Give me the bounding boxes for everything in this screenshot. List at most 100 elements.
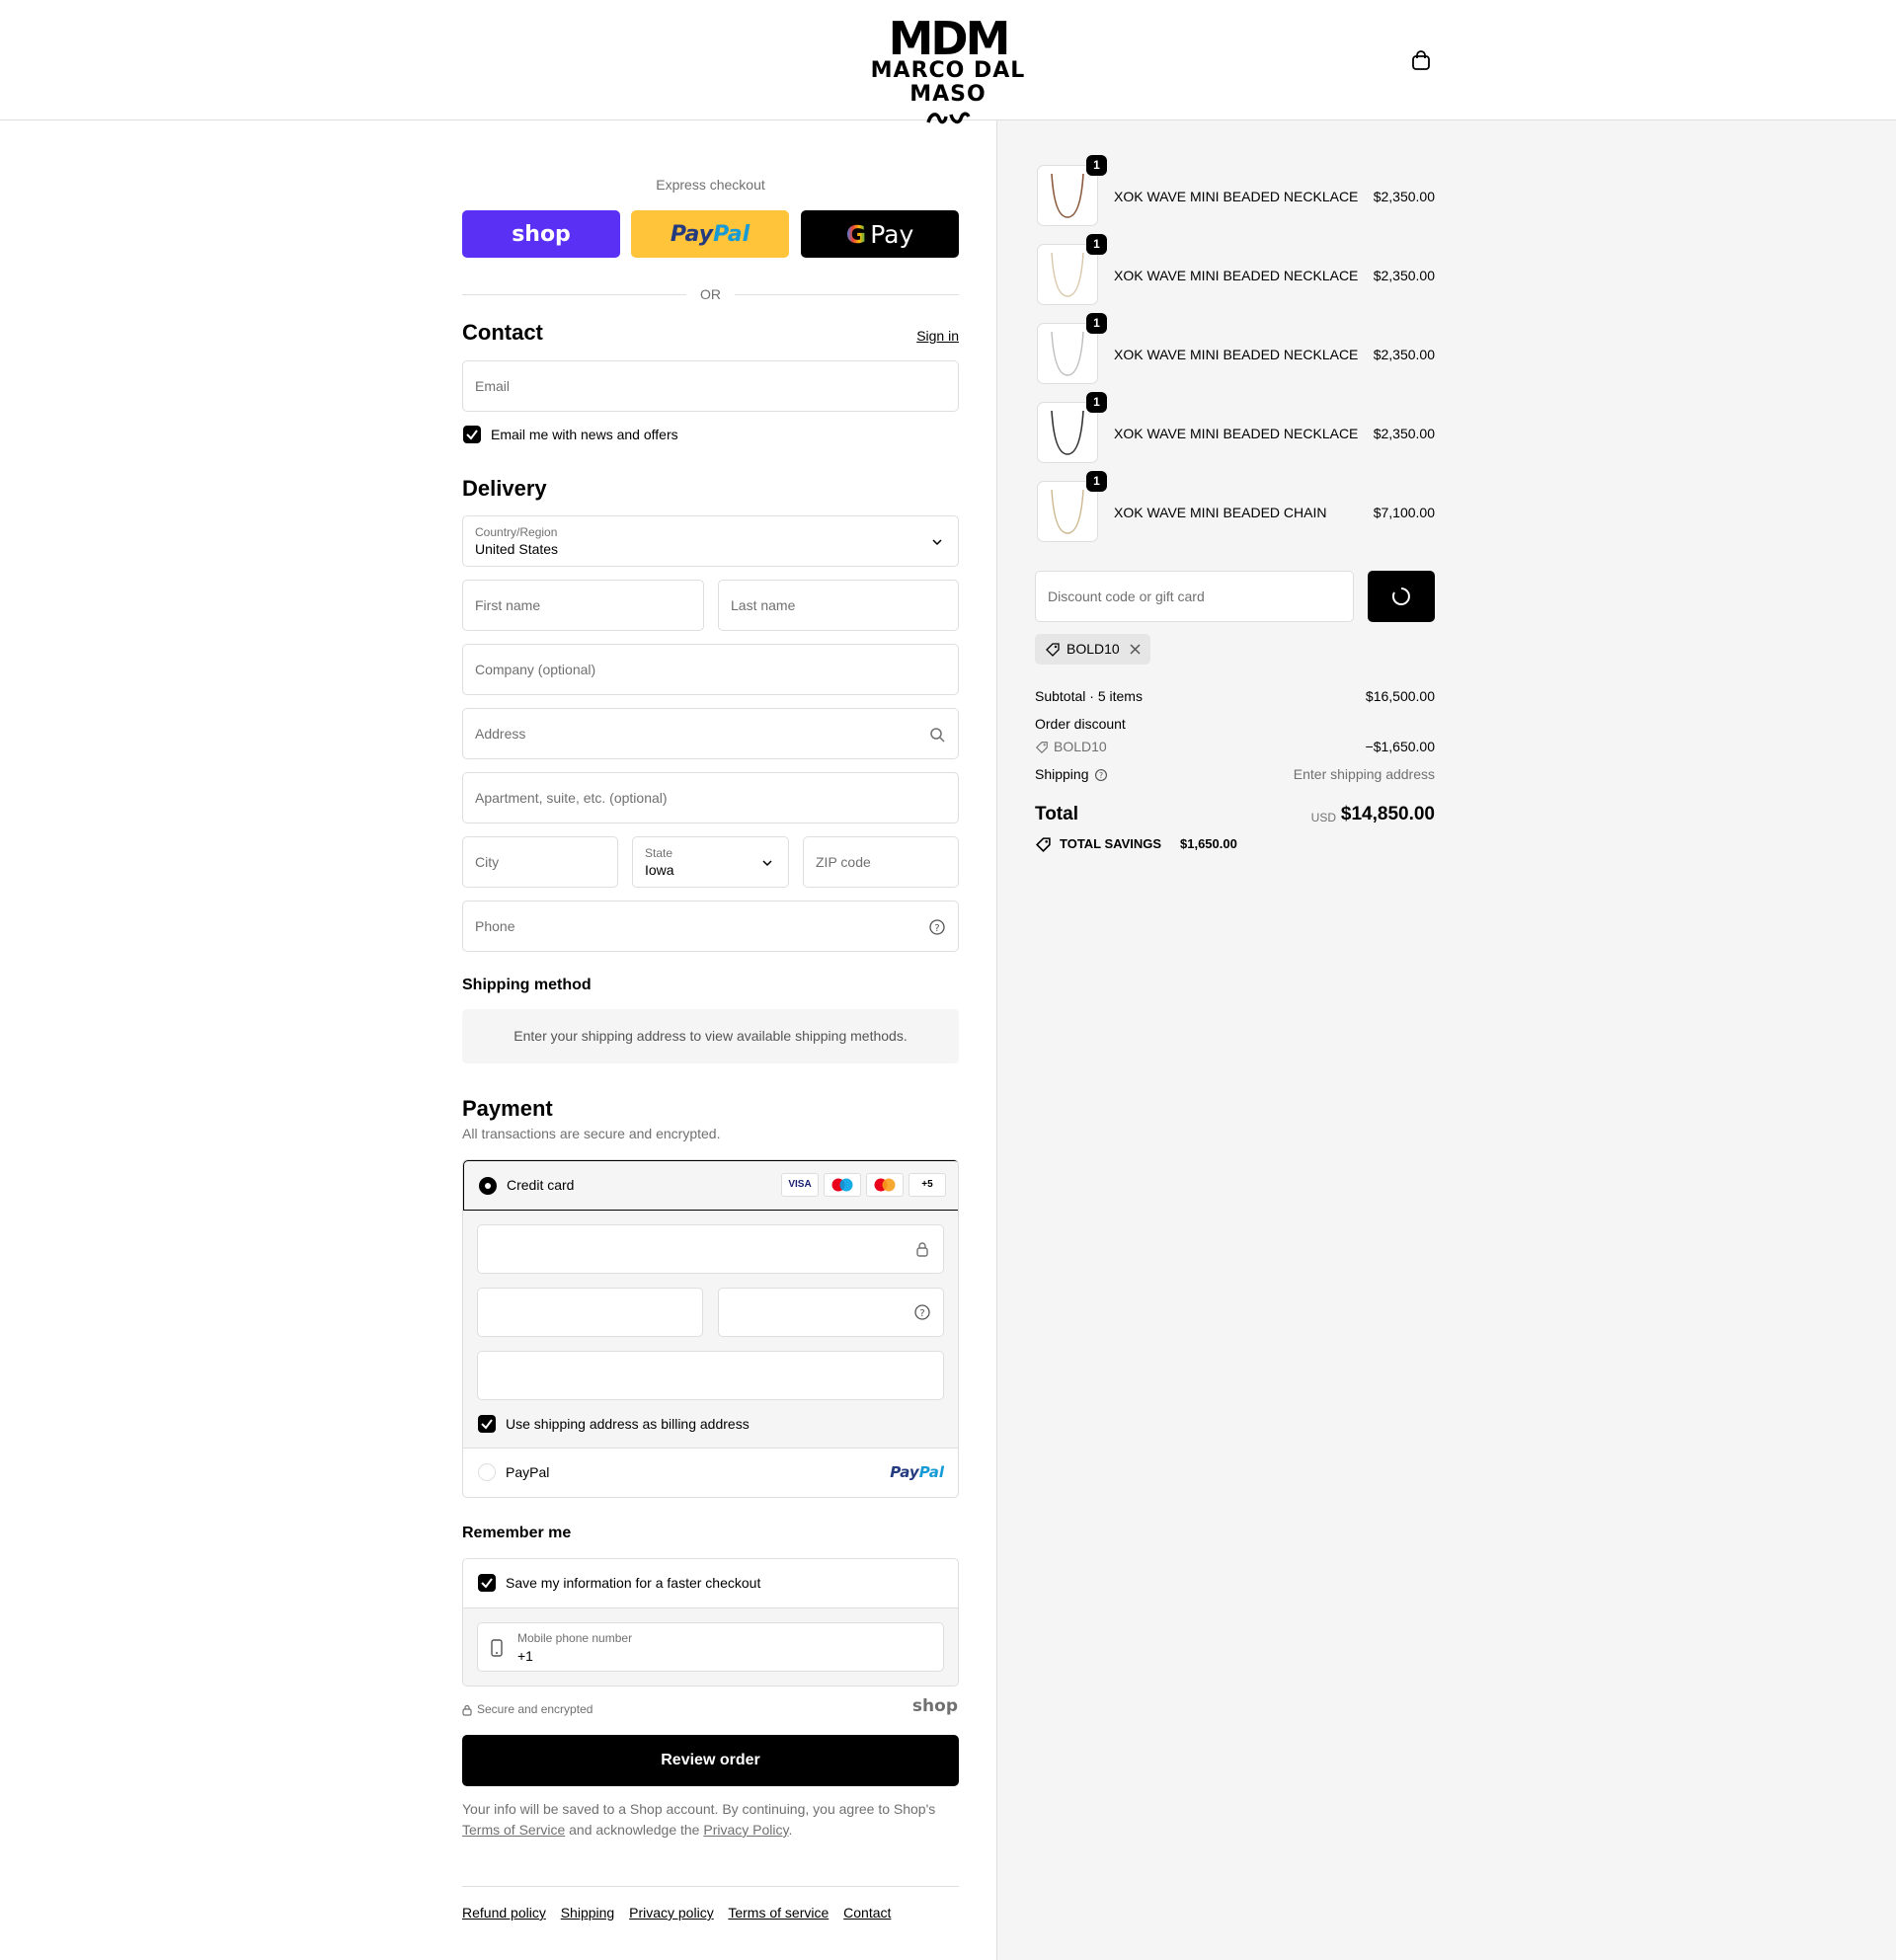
- credit-card-option[interactable]: Credit card VISA +5: [463, 1160, 958, 1211]
- first-name-field[interactable]: First name: [462, 580, 704, 631]
- card-number-field[interactable]: [477, 1224, 944, 1274]
- privacy-policy-link[interactable]: Privacy policy: [629, 1905, 714, 1921]
- google-g-icon: G: [845, 219, 867, 249]
- help-icon[interactable]: ?: [1094, 768, 1108, 782]
- chevron-down-icon: [932, 539, 942, 546]
- mobile-label: Mobile phone number: [517, 1631, 633, 1645]
- paypal-radio[interactable]: [478, 1463, 496, 1481]
- help-icon[interactable]: ?: [928, 918, 946, 936]
- shipping-link[interactable]: Shipping: [561, 1905, 615, 1921]
- name-on-card-field[interactable]: [477, 1351, 944, 1400]
- shipping-row: Shipping ? Enter shipping address: [1035, 766, 1435, 782]
- terms-link[interactable]: Terms of Service: [462, 1822, 565, 1838]
- country-select[interactable]: Country/Region United States: [462, 515, 959, 567]
- savings-label: TOTAL SAVINGS: [1060, 836, 1162, 851]
- news-label: Email me with news and offers: [491, 427, 678, 442]
- quantity-badge: 1: [1086, 155, 1107, 176]
- state-select[interactable]: State Iowa: [632, 836, 789, 888]
- help-icon[interactable]: ?: [913, 1303, 931, 1321]
- privacy-link[interactable]: Privacy Policy: [703, 1822, 788, 1838]
- save-info-checkbox[interactable]: [478, 1574, 496, 1592]
- last-name-placeholder: Last name: [731, 597, 796, 613]
- subtotal-row: Subtotal · 5 items $16,500.00: [1035, 688, 1435, 704]
- phone-icon: [491, 1639, 503, 1657]
- shipping-value: Enter shipping address: [1293, 766, 1435, 782]
- item-price: $2,350.00: [1373, 268, 1435, 283]
- payment-subtitle: All transactions are secure and encrypte…: [462, 1126, 721, 1141]
- express-checkout-title: Express checkout: [656, 177, 765, 193]
- order-discount-row: Order discount: [1035, 716, 1435, 732]
- apply-discount-button[interactable]: [1368, 571, 1435, 622]
- total-row: Total USD $14,850.00: [1035, 804, 1435, 833]
- applied-discount-tag: BOLD10: [1035, 634, 1150, 665]
- billing-label: Use shipping address as billing address: [506, 1416, 750, 1432]
- phone-field[interactable]: Phone ?: [462, 901, 959, 952]
- news-checkbox[interactable]: [463, 426, 481, 443]
- shipping-label: Shipping: [1035, 766, 1089, 782]
- credit-card-radio[interactable]: [479, 1177, 497, 1195]
- svg-text:?: ?: [934, 923, 939, 934]
- payment-heading: Payment: [462, 1096, 553, 1121]
- refund-policy-link[interactable]: Refund policy: [462, 1905, 546, 1921]
- terms-of-service-link[interactable]: Terms of service: [728, 1905, 829, 1921]
- zip-field[interactable]: ZIP code: [803, 836, 959, 888]
- quantity-badge: 1: [1086, 392, 1107, 413]
- mobile-value: +1: [517, 1648, 533, 1664]
- paypal-logo-pay: Pay: [890, 1463, 919, 1481]
- logo[interactable]: MDM MARCO DAL MASO: [844, 12, 1052, 124]
- shop-label: shop: [512, 221, 571, 247]
- last-name-field[interactable]: Last name: [718, 580, 959, 631]
- apartment-placeholder: Apartment, suite, etc. (optional): [475, 790, 668, 806]
- applied-code: BOLD10: [1066, 641, 1120, 657]
- shop-pay-button[interactable]: shop: [462, 210, 620, 258]
- lock-icon: [462, 1704, 472, 1716]
- state-value: Iowa: [645, 862, 674, 878]
- credit-card-label: Credit card: [507, 1177, 575, 1193]
- discount-code-label: BOLD10: [1054, 739, 1107, 754]
- credit-card-form: ? Use shipping address as billing addres…: [463, 1211, 958, 1449]
- paypal-logo-pal: Pal: [918, 1463, 944, 1481]
- tag-icon: [1035, 742, 1048, 754]
- paypal-option-label[interactable]: PayPal: [506, 1464, 549, 1480]
- order-discount-label: Order discount: [1035, 716, 1126, 732]
- savings-value: $1,650.00: [1180, 836, 1237, 851]
- svg-text:?: ?: [1099, 771, 1103, 780]
- quantity-badge: 1: [1086, 313, 1107, 334]
- logo-mark: MDM: [888, 12, 1011, 65]
- address-placeholder: Address: [475, 726, 526, 742]
- bag-icon[interactable]: [1410, 49, 1434, 73]
- paypal-pal-text: Pal: [713, 221, 750, 247]
- discount-code-field[interactable]: Discount code or gift card: [1035, 571, 1354, 622]
- item-price: $2,350.00: [1373, 189, 1435, 204]
- loading-spinner-icon: [1391, 588, 1410, 605]
- expiration-field[interactable]: [477, 1288, 703, 1337]
- sign-in-link[interactable]: Sign in: [916, 328, 959, 344]
- email-field[interactable]: Email: [462, 360, 959, 412]
- company-field[interactable]: Company (optional): [462, 644, 959, 695]
- legal-line: Your info will be saved to a Shop accoun…: [462, 1801, 936, 1817]
- shipping-method-message: Enter your shipping address to view avai…: [462, 1009, 959, 1063]
- billing-checkbox[interactable]: [478, 1415, 496, 1433]
- review-order-button[interactable]: Review order: [462, 1735, 959, 1786]
- city-placeholder: City: [475, 854, 500, 870]
- paypal-button[interactable]: Pay Pal: [631, 210, 789, 258]
- apartment-field[interactable]: Apartment, suite, etc. (optional): [462, 772, 959, 823]
- city-field[interactable]: City: [462, 836, 618, 888]
- google-pay-button[interactable]: G Pay: [801, 210, 959, 258]
- or-divider: OR: [462, 284, 959, 304]
- contact-link[interactable]: Contact: [843, 1905, 891, 1921]
- lock-icon: [916, 1242, 928, 1257]
- address-field[interactable]: Address: [462, 708, 959, 759]
- legal-text: Your info will be saved to a Shop accoun…: [462, 1799, 959, 1841]
- close-icon[interactable]: [1129, 643, 1142, 656]
- item-price: $7,100.00: [1373, 505, 1435, 520]
- item-price: $2,350.00: [1373, 426, 1435, 441]
- chevron-down-icon: [762, 860, 772, 867]
- remember-me-heading: Remember me: [462, 1525, 572, 1541]
- secure-text: Secure and encrypted: [477, 1702, 593, 1716]
- total-value: $14,850.00: [1340, 804, 1435, 824]
- security-code-field[interactable]: ?: [718, 1288, 944, 1337]
- mobile-phone-field[interactable]: Mobile phone number +1: [477, 1622, 944, 1672]
- legal-middle: and acknowledge the: [569, 1822, 700, 1838]
- email-placeholder: Email: [475, 378, 511, 394]
